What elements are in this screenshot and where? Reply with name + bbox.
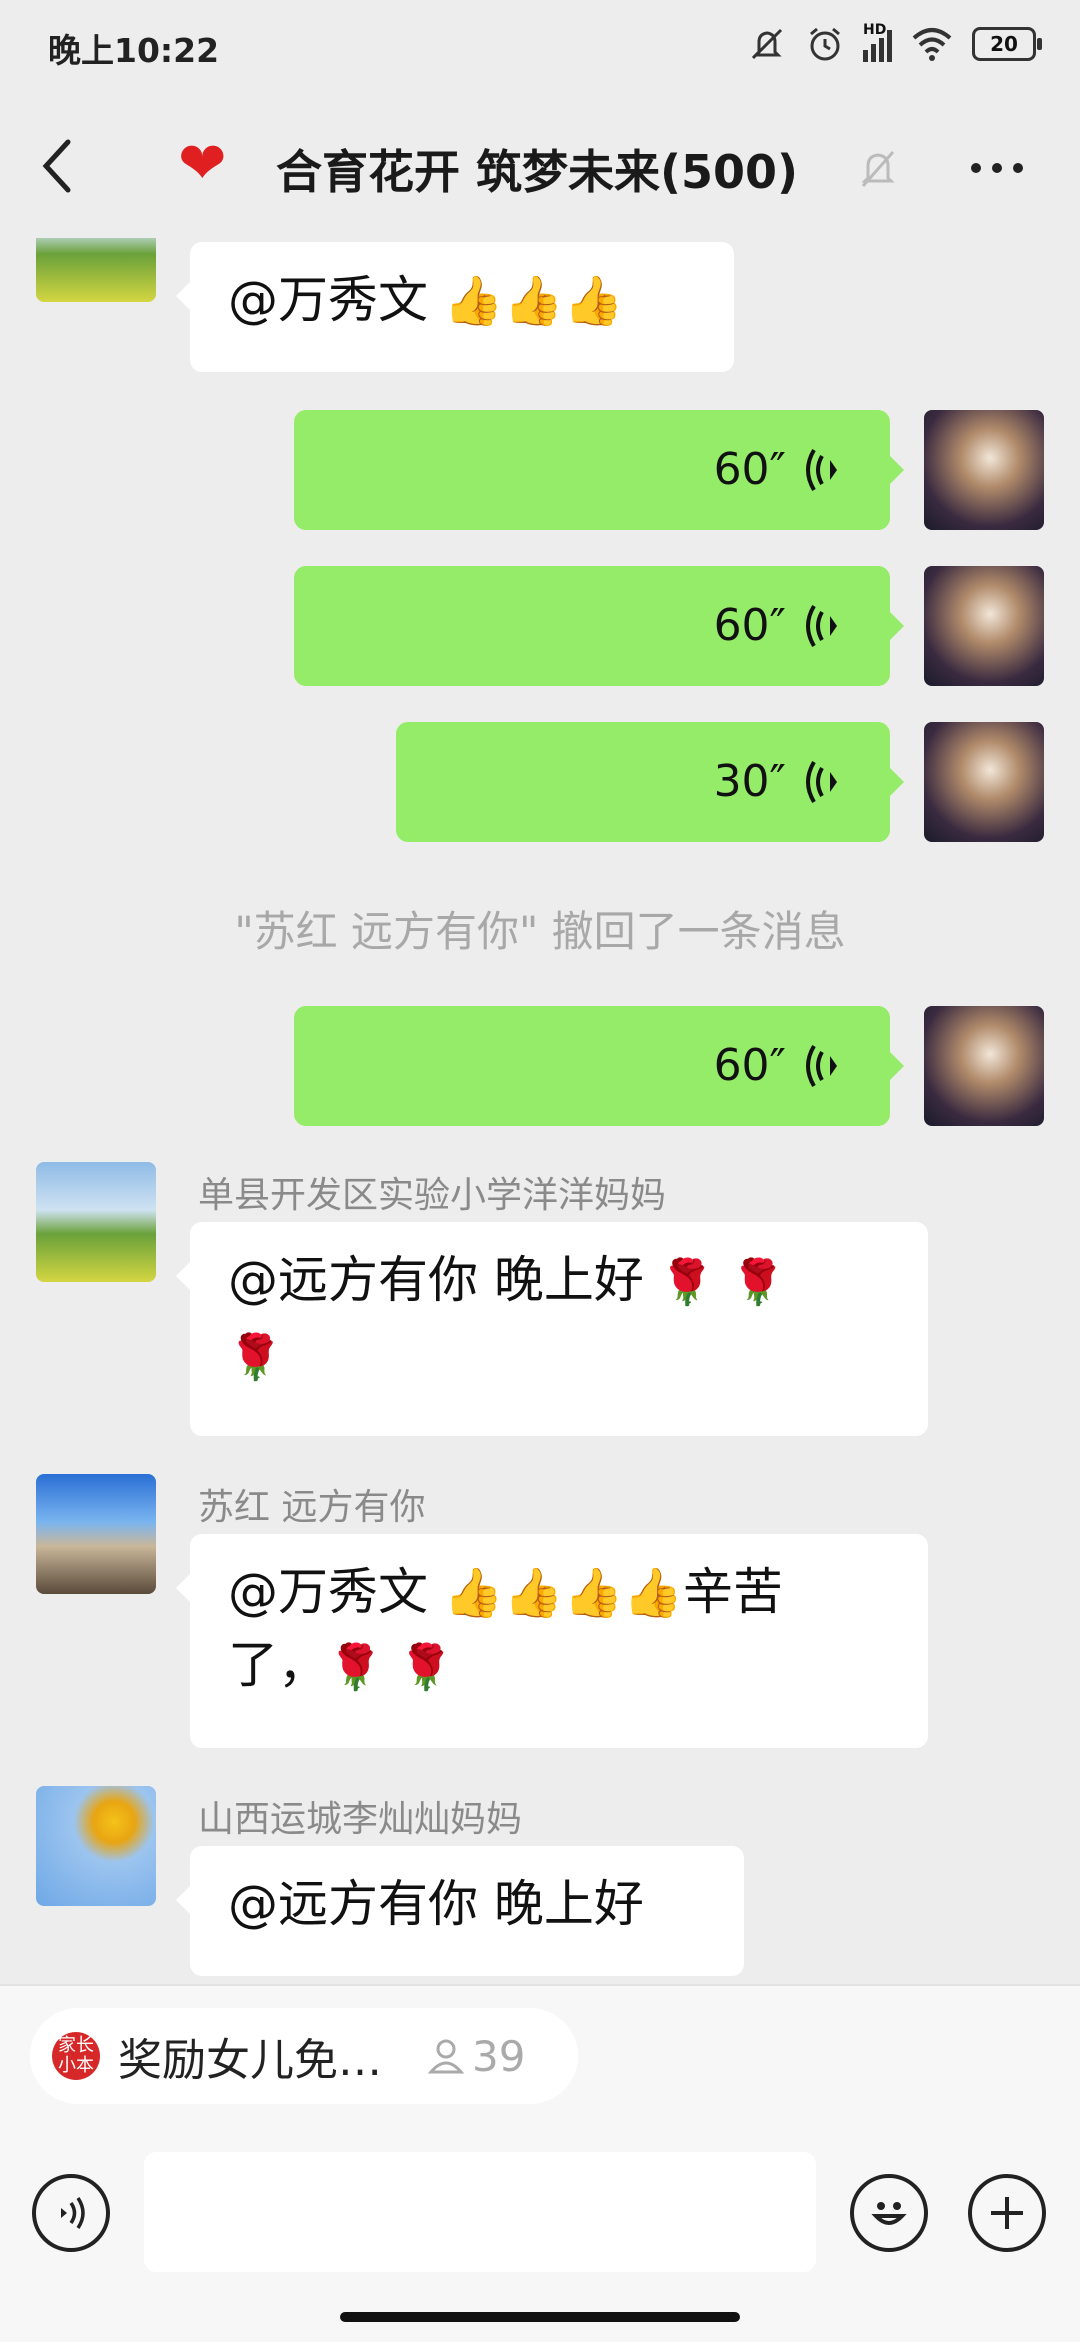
message-bubble[interactable]: @万秀文 👍👍👍👍辛苦 了，🌹 🌹 — [176, 1534, 928, 1748]
voice-message[interactable]: 30″ — [396, 722, 904, 842]
pinned-miniapp[interactable]: 家长小本 奖励女儿免… 39 — [30, 2008, 578, 2104]
message-bubble[interactable]: @远方有你 晚上好 🌹 🌹 🌹 — [176, 1222, 928, 1436]
voice-duration: 60″ — [713, 600, 786, 651]
voice-wave-icon — [806, 1044, 837, 1088]
avatar-landscape[interactable] — [36, 1162, 156, 1282]
message-bubble[interactable]: @远方有你 晚上好 — [176, 1846, 744, 1976]
hd-label: HD — [863, 22, 887, 38]
status-time: 晚上10:22 — [48, 31, 220, 70]
recall-notice: "苏红 远方有你" 撤回了一条消息 — [234, 907, 846, 956]
message-text: 了， — [228, 1636, 328, 1694]
message-text: @远方有你 晚上好 — [228, 1251, 644, 1309]
sender-name: 山西运城李灿灿妈妈 — [198, 1799, 523, 1840]
more-icon[interactable] — [968, 156, 1026, 180]
status-icons: HD 20 — [747, 22, 1042, 66]
voice-duration: 30″ — [713, 756, 786, 807]
plus-icon — [991, 2197, 1023, 2229]
alarm-icon — [810, 27, 840, 61]
rose-icon: 🌹 — [228, 1332, 283, 1383]
wifi-icon — [912, 28, 952, 61]
message-bubble[interactable]: @万秀文 👍👍👍 — [176, 242, 734, 372]
avatar-sunflower[interactable] — [36, 1786, 156, 1906]
muted-bell-icon — [861, 151, 895, 187]
pinned-viewers: 39 — [426, 2032, 525, 2081]
chat-header: ❤ 合育花开 筑梦未来(500) — [0, 96, 1080, 240]
avatar-self[interactable] — [924, 1006, 1044, 1126]
person-icon — [427, 2039, 465, 2074]
viewer-count: 39 — [472, 2031, 526, 2081]
rose-icon: 🌹 — [398, 1642, 454, 1693]
emoji-button[interactable] — [850, 2174, 928, 2252]
voice-duration: 60″ — [713, 444, 786, 495]
message-text: @万秀文 — [228, 1563, 444, 1621]
mute-icon — [751, 28, 783, 60]
thumbs-up-icon: 👍 — [623, 1565, 683, 1621]
back-arrow-icon[interactable] — [38, 136, 78, 196]
avatar-self[interactable] — [924, 566, 1044, 686]
voice-wave-icon — [806, 604, 837, 648]
thumbs-up-icon: 👍 — [563, 1565, 624, 1621]
miniapp-logo: 家长小本 — [52, 2032, 100, 2080]
avatar-person-bridge[interactable] — [36, 1474, 156, 1594]
battery-icon: 20 — [972, 27, 1042, 61]
chat-title: 合育花开 筑梦未来(500) — [276, 145, 799, 199]
message-input[interactable] — [144, 2152, 816, 2272]
voice-wave-icon — [806, 448, 837, 492]
voice-wave-icon — [806, 760, 837, 804]
avatar-self[interactable] — [924, 722, 1044, 842]
voice-message[interactable]: 60″ — [294, 410, 904, 530]
thumbs-up-icon: 👍 — [563, 273, 624, 329]
voice-message[interactable]: 60″ — [294, 1006, 904, 1126]
message-text: 辛苦 — [682, 1563, 783, 1621]
voice-input-button[interactable] — [32, 2174, 110, 2252]
status-bar: 晚上10:22 HD 20 — [0, 0, 1080, 96]
sender-name: 苏红 远方有你 — [198, 1487, 426, 1528]
message-text: @万秀文 — [228, 271, 444, 329]
signal-icon: HD — [863, 22, 892, 62]
rose-icon: 🌹 — [730, 1257, 786, 1308]
voice-duration: 60″ — [713, 1040, 786, 1091]
more-actions-button[interactable] — [968, 2174, 1046, 2252]
pinned-title: 奖励女儿免… — [118, 2035, 382, 2086]
home-indicator[interactable] — [340, 2312, 740, 2322]
emoji-icon — [871, 2202, 907, 2225]
voice-message[interactable]: 60″ — [294, 566, 904, 686]
thumbs-up-icon: 👍 — [503, 273, 564, 329]
thumbs-up-icon: 👍 — [443, 1565, 504, 1621]
message-text: @远方有你 晚上好 — [228, 1875, 644, 1933]
rose-icon: 🌹 — [659, 1257, 715, 1308]
heart-icon: ❤ — [178, 129, 227, 197]
sender-name: 单县开发区实验小学洋洋妈妈 — [198, 1175, 667, 1216]
avatar-self[interactable] — [924, 410, 1044, 530]
voice-mode-icon — [61, 2197, 85, 2229]
thumbs-up-icon: 👍 — [443, 273, 504, 329]
thumbs-up-icon: 👍 — [503, 1565, 564, 1621]
rose-icon: 🌹 — [328, 1642, 383, 1693]
